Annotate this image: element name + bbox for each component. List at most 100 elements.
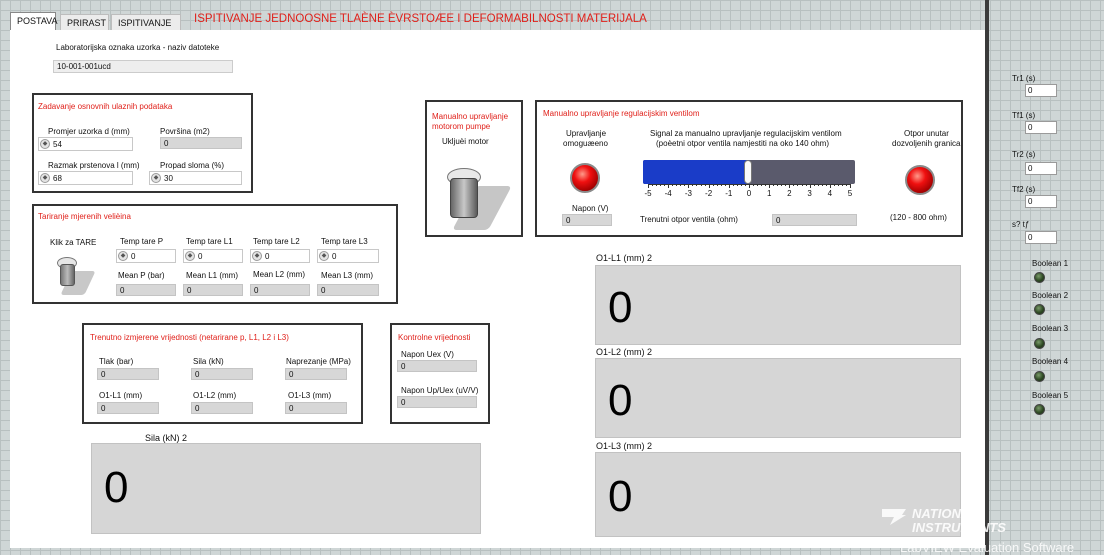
tf2-field[interactable]: 0 bbox=[1025, 195, 1057, 208]
scale-minor-tick bbox=[781, 184, 783, 186]
spinner-icon[interactable]: ◆ bbox=[40, 139, 50, 149]
scale-minor-tick bbox=[805, 184, 807, 186]
valve-signal-slider[interactable] bbox=[643, 160, 855, 184]
mean-p-indicator: 0 bbox=[116, 284, 176, 296]
scale-minor-tick bbox=[680, 184, 682, 186]
watermark-line3: LabVIEW Evaluation Software bbox=[900, 540, 1075, 555]
scale-tick-label: 4 bbox=[827, 189, 833, 198]
motor-toggle-switch[interactable] bbox=[440, 168, 512, 233]
spinner-icon[interactable]: ◆ bbox=[252, 251, 262, 261]
tab-ispitivanje[interactable]: ISPITIVANJE bbox=[111, 14, 181, 31]
enable-led bbox=[570, 163, 600, 193]
tab-postava[interactable]: POSTAVA bbox=[10, 12, 58, 31]
spinner-icon[interactable]: ◆ bbox=[319, 251, 329, 261]
temp-tare-p-control[interactable]: ◆ 0 bbox=[116, 249, 176, 263]
slider-thumb[interactable] bbox=[744, 160, 752, 184]
mean-l2-indicator: 0 bbox=[250, 284, 310, 296]
control-title: Kontrolne vrijednosti bbox=[398, 333, 471, 342]
temp-tare-l3-control[interactable]: ◆ 0 bbox=[317, 249, 379, 263]
enable-label-1: Upravljanje bbox=[566, 129, 607, 138]
scale-minor-tick bbox=[732, 184, 734, 186]
o1l1-indicator: 0 bbox=[97, 402, 159, 414]
ring-spacing-control[interactable]: ◆ 68 bbox=[38, 171, 133, 185]
valve-title: Manualno upravljanje regulacijskim venti… bbox=[543, 109, 700, 118]
scale-minor-tick bbox=[652, 184, 654, 186]
o1l1-big-label: O1-L1 (mm) 2 bbox=[596, 253, 653, 263]
temp-tare-p-value: 0 bbox=[131, 252, 136, 261]
slider-fill bbox=[643, 160, 750, 184]
measured-title: Trenutno izmjerene vrijednosti (netarira… bbox=[90, 333, 289, 342]
scale-minor-tick bbox=[704, 184, 706, 186]
boolean-5-led[interactable] bbox=[1034, 404, 1045, 415]
voltage-label: Napon (V) bbox=[572, 204, 609, 213]
scale-minor-tick bbox=[833, 184, 835, 186]
scale-minor-tick bbox=[660, 184, 662, 186]
spinner-icon[interactable]: ◆ bbox=[40, 173, 50, 183]
pump-title-line2: motorom pumpe bbox=[432, 122, 491, 131]
scale-minor-tick bbox=[789, 184, 791, 188]
boolean-5-label: Boolean 5 bbox=[1032, 391, 1069, 400]
tr2-field[interactable]: 0 bbox=[1025, 162, 1057, 175]
mean-p-label: Mean P (bar) bbox=[118, 271, 165, 280]
pump-title-line1: Manualno upravljanje bbox=[432, 112, 509, 121]
scale-minor-tick bbox=[728, 184, 730, 188]
boolean-3-led[interactable] bbox=[1034, 338, 1045, 349]
diameter-control[interactable]: ◆ 54 bbox=[38, 137, 133, 151]
diameter-label: Promjer uzorka d (mm) bbox=[48, 127, 130, 136]
scale-minor-tick bbox=[765, 184, 767, 186]
spinner-icon[interactable]: ◆ bbox=[151, 173, 161, 183]
scale-tick-label: -2 bbox=[705, 189, 713, 198]
temp-tare-l2-value: 0 bbox=[265, 252, 270, 261]
failure-drop-label: Propad sloma (%) bbox=[160, 161, 225, 170]
scale-minor-tick bbox=[845, 184, 847, 186]
page-title: ISPITIVANJE JEDNOOSNE TLAÈNE ÈVRSTOÆE I … bbox=[194, 13, 647, 25]
resist-label-2: dozvoljenih granica bbox=[892, 139, 961, 148]
tab-strip: POSTAVA PRIRAST ISPITIVANJE ISPITIVANJE … bbox=[10, 12, 985, 31]
scale-minor-tick bbox=[700, 184, 702, 186]
resist-label-1: Otpor unutar bbox=[904, 129, 949, 138]
failure-drop-control[interactable]: ◆ 30 bbox=[149, 171, 242, 185]
scale-minor-tick bbox=[684, 184, 686, 186]
scale-minor-tick bbox=[720, 184, 722, 186]
scale-tick-label: 0 bbox=[746, 189, 752, 198]
scale-minor-tick bbox=[668, 184, 670, 188]
boolean-3-label: Boolean 3 bbox=[1032, 324, 1069, 333]
tlak-label: Tlak (bar) bbox=[99, 357, 134, 366]
stf-field[interactable]: 0 bbox=[1025, 231, 1057, 244]
sample-name-field[interactable]: 10-001-001ucd bbox=[53, 60, 233, 73]
tr1-field[interactable]: 0 bbox=[1025, 84, 1057, 97]
o1l3-label: O1-L3 (mm) bbox=[288, 391, 332, 400]
boolean-1-led[interactable] bbox=[1034, 272, 1045, 283]
scale-minor-tick bbox=[708, 184, 710, 188]
scale-tick-label: 5 bbox=[847, 189, 853, 198]
mean-l3-label: Mean L3 (mm) bbox=[321, 271, 374, 280]
tare-toggle-switch[interactable] bbox=[52, 257, 96, 297]
spinner-icon[interactable]: ◆ bbox=[118, 251, 128, 261]
o1l3-indicator: 0 bbox=[285, 402, 347, 414]
scale-minor-tick bbox=[793, 184, 795, 186]
tr2-label: Tr2 (s) bbox=[1012, 150, 1036, 159]
input-data-title: Zadavanje osnovnih ulaznih podataka bbox=[38, 102, 173, 111]
o1l2-big-label: O1-L2 (mm) 2 bbox=[596, 347, 653, 357]
splitter[interactable] bbox=[985, 0, 989, 555]
tab-prirast[interactable]: PRIRAST bbox=[60, 14, 109, 31]
tare-button-label: Klik za TARE bbox=[50, 238, 97, 247]
temp-tare-l1-control[interactable]: ◆ 0 bbox=[183, 249, 243, 263]
scale-minor-tick bbox=[692, 184, 694, 186]
slider-scale: -5 -4 -3 -2 -1 0 1 2 3 4 5 bbox=[643, 184, 855, 204]
scale-minor-tick bbox=[664, 184, 666, 186]
temp-tare-l3-value: 0 bbox=[332, 252, 337, 261]
motor-switch-label: Ukljuèi motor bbox=[442, 137, 489, 146]
tf1-field[interactable]: 0 bbox=[1025, 121, 1057, 134]
scale-minor-tick bbox=[744, 184, 746, 186]
temp-tare-l2-control[interactable]: ◆ 0 bbox=[250, 249, 310, 263]
spinner-icon[interactable]: ◆ bbox=[185, 251, 195, 261]
tr1-label: Tr1 (s) bbox=[1012, 74, 1036, 83]
boolean-2-led[interactable] bbox=[1034, 304, 1045, 315]
scale-minor-tick bbox=[648, 184, 649, 188]
scale-minor-tick bbox=[785, 184, 787, 186]
diameter-value: 54 bbox=[53, 140, 62, 149]
boolean-4-led[interactable] bbox=[1034, 371, 1045, 382]
mean-l2-label: Mean L2 (mm) bbox=[253, 270, 306, 279]
scale-tick-label: -4 bbox=[664, 189, 672, 198]
